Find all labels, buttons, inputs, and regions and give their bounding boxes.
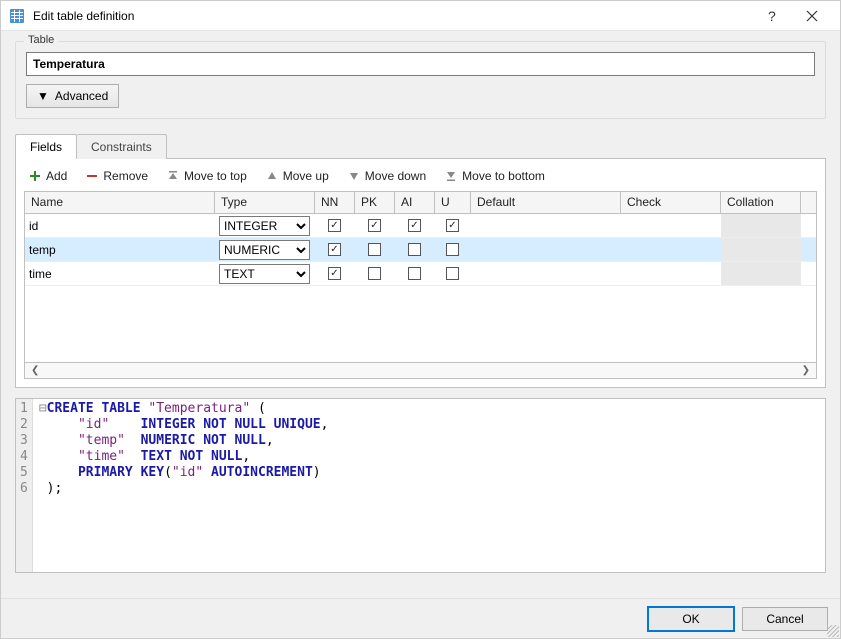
svg-text:?: ? <box>768 9 776 23</box>
move-bottom-button[interactable]: Move to bottom <box>444 169 545 183</box>
field-nn-cell <box>315 262 355 285</box>
sql-gutter: 123456 <box>16 399 33 572</box>
field-collation-cell[interactable] <box>721 214 801 237</box>
fields-panel: Add Remove Move to top Move up Move down… <box>15 158 826 388</box>
checkbox[interactable] <box>446 243 459 256</box>
close-button[interactable] <box>792 2 832 30</box>
checkbox[interactable] <box>328 243 341 256</box>
field-nn-cell <box>315 214 355 237</box>
fold-icon[interactable]: ⊟ <box>39 401 47 416</box>
field-row[interactable]: tempNUMERIC <box>25 238 816 262</box>
grid-body: idINTEGERtempNUMERICtimeTEXT <box>25 214 816 362</box>
checkbox[interactable] <box>328 267 341 280</box>
field-u-cell <box>435 262 471 285</box>
triangle-down-icon: ▼ <box>37 89 49 103</box>
move-up-button[interactable]: Move up <box>265 169 329 183</box>
advanced-button[interactable]: ▼ Advanced <box>26 84 119 108</box>
field-default-cell[interactable] <box>471 262 621 285</box>
checkbox[interactable] <box>328 219 341 232</box>
field-type-select[interactable]: NUMERIC <box>219 240 310 260</box>
tab-fields[interactable]: Fields <box>15 134 77 159</box>
col-header-collation[interactable]: Collation <box>721 192 801 213</box>
move-down-icon <box>347 169 361 183</box>
checkbox[interactable] <box>368 219 381 232</box>
field-row[interactable]: idINTEGER <box>25 214 816 238</box>
content-area: Table ▼ Advanced Fields Constraints Add … <box>1 31 840 598</box>
tabstrip: Fields Constraints <box>15 133 826 158</box>
window-title: Edit table definition <box>33 9 752 23</box>
move-top-button[interactable]: Move to top <box>166 169 247 183</box>
field-type-cell: INTEGER <box>215 214 315 237</box>
col-header-check[interactable]: Check <box>621 192 721 213</box>
checkbox[interactable] <box>446 267 459 280</box>
checkbox[interactable] <box>446 219 459 232</box>
field-default-cell[interactable] <box>471 214 621 237</box>
table-name-input[interactable] <box>26 52 815 76</box>
move-bottom-icon <box>444 169 458 183</box>
field-name-cell[interactable]: id <box>25 214 215 237</box>
field-ai-cell <box>395 214 435 237</box>
checkbox[interactable] <box>408 243 421 256</box>
fields-grid: Name Type NN PK AI U Default Check Colla… <box>24 191 817 379</box>
field-name-cell[interactable]: time <box>25 262 215 285</box>
col-header-type[interactable]: Type <box>215 192 315 213</box>
field-type-cell: NUMERIC <box>215 238 315 261</box>
scroll-right-icon: ❯ <box>802 365 810 376</box>
field-collation-cell[interactable] <box>721 262 801 285</box>
checkbox[interactable] <box>368 243 381 256</box>
field-check-cell[interactable] <box>621 262 721 285</box>
table-group: Table ▼ Advanced <box>15 41 826 119</box>
advanced-label: Advanced <box>55 89 108 103</box>
scroll-left-icon: ❮ <box>31 365 39 376</box>
field-type-select[interactable]: TEXT <box>219 264 310 284</box>
move-down-button[interactable]: Move down <box>347 169 426 183</box>
col-header-ai[interactable]: AI <box>395 192 435 213</box>
fields-toolbar: Add Remove Move to top Move up Move down… <box>24 167 817 191</box>
remove-icon <box>85 169 99 183</box>
col-header-u[interactable]: U <box>435 192 471 213</box>
checkbox[interactable] <box>408 267 421 280</box>
field-u-cell <box>435 238 471 261</box>
move-top-icon <box>166 169 180 183</box>
field-type-select[interactable]: INTEGER <box>219 216 310 236</box>
field-type-cell: TEXT <box>215 262 315 285</box>
col-header-nn[interactable]: NN <box>315 192 355 213</box>
ok-button[interactable]: OK <box>648 607 734 631</box>
remove-field-button[interactable]: Remove <box>85 169 148 183</box>
help-button[interactable]: ? <box>752 2 792 30</box>
col-header-default[interactable]: Default <box>471 192 621 213</box>
field-pk-cell <box>355 262 395 285</box>
table-group-label: Table <box>24 34 58 46</box>
resize-grip[interactable] <box>827 625 839 637</box>
field-name-cell[interactable]: temp <box>25 238 215 261</box>
titlebar: Edit table definition ? <box>1 1 840 31</box>
field-nn-cell <box>315 238 355 261</box>
field-check-cell[interactable] <box>621 214 721 237</box>
field-pk-cell <box>355 238 395 261</box>
field-pk-cell <box>355 214 395 237</box>
tab-constraints[interactable]: Constraints <box>77 134 167 159</box>
field-u-cell <box>435 214 471 237</box>
col-header-pk[interactable]: PK <box>355 192 395 213</box>
field-collation-cell[interactable] <box>721 238 801 261</box>
table-icon <box>9 8 25 24</box>
dialog-footer: OK Cancel <box>1 598 840 638</box>
field-ai-cell <box>395 238 435 261</box>
field-ai-cell <box>395 262 435 285</box>
checkbox[interactable] <box>368 267 381 280</box>
dialog-window: Edit table definition ? Table ▼ Advanced… <box>0 0 841 639</box>
col-header-name[interactable]: Name <box>25 192 215 213</box>
field-check-cell[interactable] <box>621 238 721 261</box>
move-up-icon <box>265 169 279 183</box>
checkbox[interactable] <box>408 219 421 232</box>
horizontal-scrollbar[interactable]: ❮❯ <box>25 362 816 378</box>
add-icon <box>28 169 42 183</box>
field-row[interactable]: timeTEXT <box>25 262 816 286</box>
grid-header: Name Type NN PK AI U Default Check Colla… <box>25 192 816 214</box>
add-field-button[interactable]: Add <box>28 169 67 183</box>
sql-preview: 123456 ⊟CREATE TABLE "Temperatura" ( "id… <box>15 398 826 573</box>
cancel-button[interactable]: Cancel <box>742 607 828 631</box>
field-default-cell[interactable] <box>471 238 621 261</box>
sql-code[interactable]: ⊟CREATE TABLE "Temperatura" ( "id" INTEG… <box>33 399 335 572</box>
